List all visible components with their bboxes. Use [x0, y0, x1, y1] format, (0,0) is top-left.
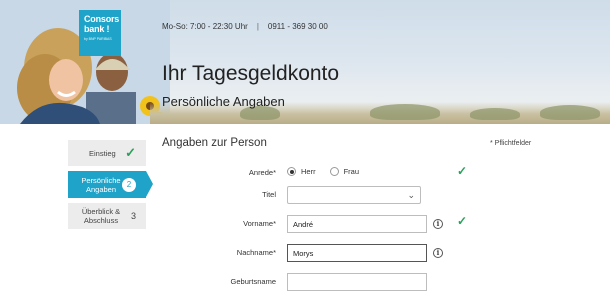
step-einstieg[interactable]: Einstieg ✓	[68, 140, 146, 166]
step-navigation: Einstieg ✓ Persönliche Angaben 2 Überbli…	[68, 140, 153, 234]
radio-frau-label[interactable]: Frau	[344, 167, 359, 176]
logo-line-2: bank !	[84, 24, 110, 34]
tree	[470, 108, 520, 120]
consorsbank-logo[interactable]: Consors bank ! by BNP PARIBAS	[79, 10, 121, 56]
step-number-badge: 3	[130, 211, 136, 221]
anrede-radio-group: Herr Frau	[287, 167, 373, 176]
radio-herr-label[interactable]: Herr	[301, 167, 316, 176]
tree	[540, 105, 600, 120]
tree	[370, 104, 440, 120]
section-title: Angaben zur Person	[162, 137, 267, 149]
radio-frau[interactable]	[329, 167, 339, 176]
titel-select[interactable]: ⌄	[287, 186, 421, 204]
anrede-valid-checkmark-icon: ✓	[457, 164, 468, 178]
contact-separator: |	[256, 22, 259, 31]
vorname-valid-checkmark-icon: ✓	[457, 214, 468, 228]
checkmark-icon: ✓	[125, 145, 136, 160]
logo-sub: by BNP PARIBAS	[84, 37, 112, 41]
vorname-input[interactable]	[287, 215, 427, 233]
opening-hours: Mo-So: 7:00 - 22:30 Uhr	[162, 22, 248, 31]
nachname-label: Nachname*	[236, 248, 276, 257]
contact-info: Mo-So: 7:00 - 22:30 Uhr | 0911 - 369 30 00	[162, 22, 328, 31]
chevron-down-icon: ⌄	[407, 190, 415, 200]
info-icon[interactable]: i	[433, 248, 443, 258]
step-label: Einstieg	[89, 148, 116, 158]
anrede-label: Anrede*	[248, 168, 276, 177]
vorname-label: Vorname*	[243, 219, 276, 228]
step-ueberblick-abschluss: Überblick & Abschluss 3	[68, 203, 146, 229]
nachname-input[interactable]	[287, 244, 427, 262]
titel-label: Titel	[262, 190, 276, 199]
required-fields-note: * Pflichtfelder	[490, 140, 532, 147]
step-label: Persönliche Angaben	[81, 175, 121, 194]
step-number-badge: 2	[122, 177, 136, 192]
page-title: Ihr Tagesgeldkonto	[162, 62, 340, 85]
step-persoenliche-angaben[interactable]: Persönliche Angaben 2	[68, 171, 153, 198]
logo-line-1: Consors	[84, 14, 120, 24]
geburtsname-input[interactable]	[287, 273, 427, 291]
radio-herr[interactable]	[287, 167, 296, 176]
step-label: Überblick & Abschluss	[81, 207, 121, 225]
page-subtitle: Persönliche Angaben	[162, 94, 285, 109]
header-hero: Consors bank ! by BNP PARIBAS Mo-So: 7:0…	[0, 0, 610, 124]
geburtsname-label: Geburtsname	[230, 277, 276, 286]
info-icon[interactable]: i	[433, 219, 443, 229]
phone-number[interactable]: 0911 - 369 30 00	[268, 22, 328, 31]
